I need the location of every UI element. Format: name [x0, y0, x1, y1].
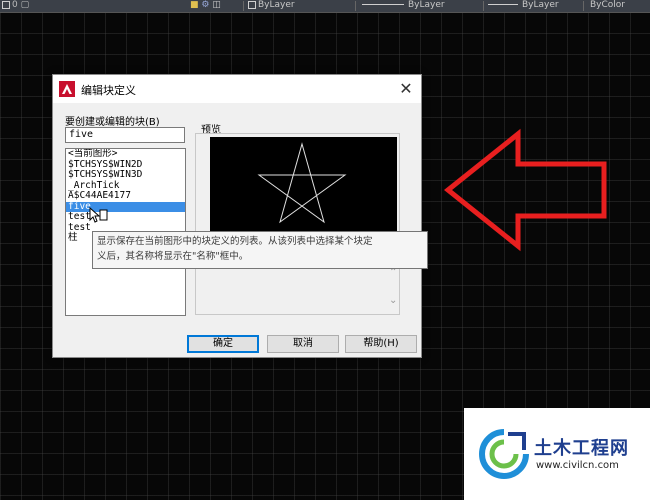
color-swatch-icon: [248, 0, 256, 9]
properties-toolbar: 0 ▢ ■ ⚙ ◫ ByLayer ByLayer ByLayer ByColo…: [0, 0, 650, 13]
autocad-logo-icon: [59, 81, 75, 97]
dialog-title: 编辑块定义: [81, 84, 136, 97]
block-list-tooltip: 显示保存在当前图形中的块定义的列表。从该列表中选择某个块定 义后，其名称将显示在…: [92, 231, 428, 269]
cancel-button[interactable]: 取消: [267, 335, 339, 353]
block-list-item[interactable]: $TCHSYS$WIN3D: [66, 169, 185, 181]
tooltip-line-2: 义后，其名称将显示在"名称"框中。: [97, 251, 249, 262]
linetype-dropdown[interactable]: ByLayer: [362, 0, 445, 11]
tooltip-line-1: 显示保存在当前图形中的块定义的列表。从该列表中选择某个块定: [97, 236, 373, 247]
dialog-titlebar[interactable]: 编辑块定义 ✕: [53, 75, 421, 103]
civilcn-logo-icon: [479, 429, 529, 479]
ok-button[interactable]: 确定: [187, 335, 259, 353]
toolbar-tool-icons[interactable]: ■ ⚙ ◫: [190, 0, 221, 11]
close-icon[interactable]: ✕: [391, 75, 421, 103]
linetype-sample-icon: [362, 4, 404, 5]
help-button[interactable]: 帮助(H): [345, 335, 417, 353]
block-name-input[interactable]: five: [65, 127, 185, 143]
civilcn-watermark: 土木工程网 www.civilcn.com: [464, 408, 650, 500]
scroll-down-icon[interactable]: ⌄: [389, 295, 397, 306]
lineweight-value: ByLayer: [522, 0, 559, 10]
preview-image: [210, 137, 397, 232]
block-name-label: 要创建或编辑的块(B): [65, 117, 160, 128]
block-list-item[interactable]: A$C44AE4177: [66, 190, 185, 202]
toolbar-icons[interactable]: 0 ▢: [2, 0, 29, 11]
lineweight-sample-icon: [488, 4, 518, 5]
color-value: ByLayer: [258, 0, 295, 10]
block-list-item[interactable]: <当前图形>: [66, 149, 185, 160]
lineweight-dropdown[interactable]: ByLayer: [488, 0, 559, 11]
watermark-site-url: www.civilcn.com: [536, 460, 619, 471]
watermark-site-name: 土木工程网: [534, 438, 629, 459]
block-list-item[interactable]: test: [66, 211, 185, 223]
layer-icon: [2, 0, 10, 9]
star-shape-icon: [257, 142, 347, 224]
mouse-cursor-icon: [89, 206, 108, 223]
plotstyle-dropdown[interactable]: ByColor: [590, 0, 625, 11]
red-arrow-annotation-icon: [443, 128, 607, 252]
linetype-value: ByLayer: [408, 0, 445, 10]
color-dropdown[interactable]: ByLayer: [248, 0, 295, 11]
plotstyle-value: ByColor: [590, 0, 625, 10]
